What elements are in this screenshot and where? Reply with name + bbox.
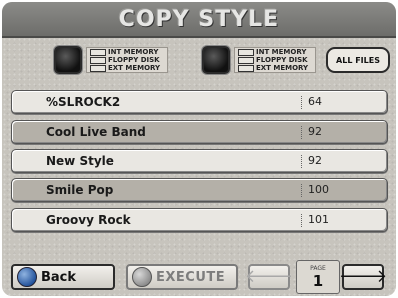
style-tempo: 92 — [308, 125, 322, 138]
prev-page-button[interactable]: 🡐 — [244, 264, 294, 290]
source-option: INT MEMORY — [238, 48, 315, 56]
source-left-options: INT MEMORY FLOPPY DISK EXT MEMORY — [86, 47, 168, 73]
source-selector-right: INT MEMORY FLOPPY DISK EXT MEMORY — [202, 46, 316, 74]
divider — [301, 214, 303, 227]
indicator-icon — [90, 64, 106, 72]
all-files-button[interactable]: ALL FILES — [326, 47, 390, 73]
disc-icon — [132, 267, 152, 287]
source-right-options: INT MEMORY FLOPPY DISK EXT MEMORY — [234, 47, 316, 73]
divider — [301, 126, 303, 139]
style-name: Groovy Rock — [46, 213, 131, 227]
page-number: 1 — [312, 272, 324, 290]
back-button[interactable]: Back — [11, 264, 115, 290]
list-item[interactable]: New Style 92 — [11, 149, 388, 173]
style-tempo: 100 — [308, 183, 329, 196]
list-item[interactable]: Smile Pop 100 — [11, 178, 388, 202]
indicator-icon — [90, 56, 106, 64]
list-item[interactable]: Cool Live Band 92 — [11, 120, 388, 144]
style-tempo: 101 — [308, 213, 329, 226]
source-option: EXT MEMORY — [90, 64, 167, 72]
source-option: INT MEMORY — [90, 48, 167, 56]
source-option: EXT MEMORY — [238, 64, 315, 72]
title-bar: COPY STYLE — [2, 2, 396, 38]
divider — [301, 155, 303, 168]
divider — [301, 96, 303, 109]
style-tempo: 64 — [308, 95, 322, 108]
next-page-button[interactable]: 🡒 — [338, 264, 388, 290]
indicator-icon — [90, 48, 106, 56]
list-item[interactable]: %SLROCK2 64 — [11, 90, 388, 114]
page-title: COPY STYLE — [118, 6, 280, 32]
source-left-button[interactable] — [54, 46, 82, 74]
globe-icon — [17, 267, 37, 287]
source-option: FLOPPY DISK — [238, 56, 315, 64]
arrow-left-icon: 🡐 — [244, 266, 294, 287]
source-selector-left: INT MEMORY FLOPPY DISK EXT MEMORY — [54, 46, 168, 74]
arrow-right-icon: 🡒 — [338, 266, 388, 287]
divider — [301, 184, 303, 197]
style-name: Smile Pop — [46, 183, 114, 197]
source-option: FLOPPY DISK — [90, 56, 167, 64]
style-name: %SLROCK2 — [46, 95, 121, 109]
style-tempo: 92 — [308, 154, 322, 167]
source-right-button[interactable] — [202, 46, 230, 74]
copy-style-screen: COPY STYLE INT MEMORY FLOPPY DISK EXT ME… — [2, 2, 396, 296]
style-name: Cool Live Band — [46, 125, 146, 139]
style-name: New Style — [46, 154, 114, 168]
list-item[interactable]: Groovy Rock 101 — [11, 208, 388, 232]
indicator-icon — [238, 48, 254, 56]
indicator-icon — [238, 64, 254, 72]
execute-button[interactable]: EXECUTE — [126, 264, 238, 290]
page-indicator: PAGE 1 — [296, 260, 340, 294]
indicator-icon — [238, 56, 254, 64]
